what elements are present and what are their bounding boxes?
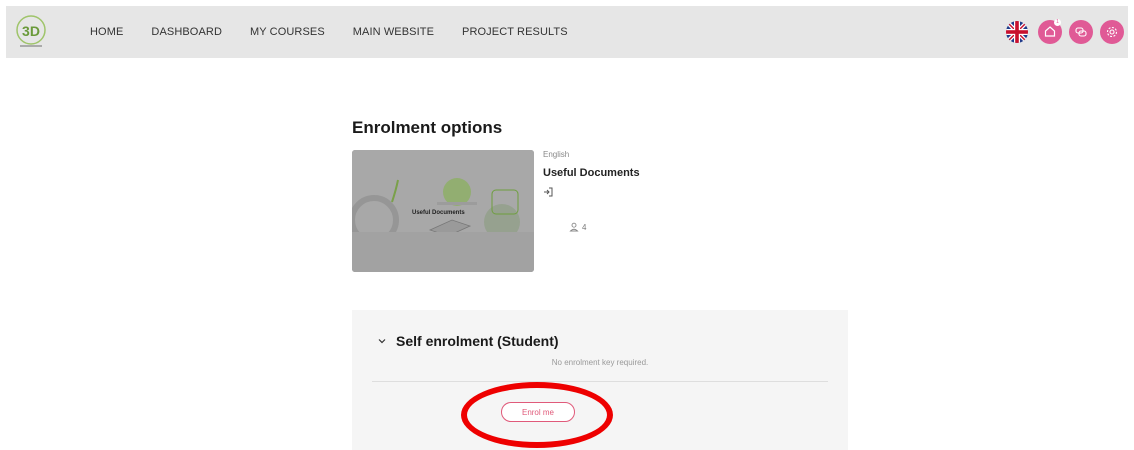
course-image-title: Useful Documents — [412, 210, 465, 216]
course-info: English Useful Documents 4 — [543, 150, 640, 232]
enter-icon — [543, 184, 553, 197]
self-enrolment-panel: Self enrolment (Student) No enrolment ke… — [352, 310, 848, 450]
logo-icon: 3D — [16, 15, 46, 47]
nav-home[interactable]: HOME — [90, 26, 123, 38]
participants-icon — [569, 222, 579, 232]
enrolment-method-header[interactable]: Self enrolment (Student) — [378, 333, 559, 349]
course-name-link[interactable]: Useful Documents — [543, 167, 640, 179]
nav-main-website[interactable]: MAIN WEBSITE — [353, 26, 434, 38]
notification-button[interactable]: 1 — [1038, 19, 1062, 44]
participants-value: 4 — [582, 222, 587, 232]
enrol-me-button[interactable]: Enrol me — [501, 402, 575, 422]
page-title: Enrolment options — [352, 118, 503, 137]
main-nav: HOME DASHBOARD MY COURSES MAIN WEBSITE P… — [90, 6, 596, 58]
settings-icon — [1106, 26, 1118, 38]
site-logo[interactable]: 3D — [15, 14, 47, 50]
participants-count: 4 — [569, 222, 586, 232]
top-navigation-bar: 3D HOME DASHBOARD MY COURSES MAIN WEBSIT… — [6, 6, 1128, 58]
uk-flag-icon[interactable] — [1006, 21, 1028, 43]
nav-dashboard[interactable]: DASHBOARD — [151, 26, 222, 38]
svg-text:3D: 3D — [22, 23, 40, 39]
course-language: English — [543, 150, 570, 159]
notification-icon — [1044, 26, 1056, 37]
nav-project-results[interactable]: PROJECT RESULTS — [462, 26, 568, 38]
enrolment-key-note: No enrolment key required. — [551, 358, 649, 367]
page-header: Enrolment options — [352, 118, 852, 138]
chat-icon — [1075, 27, 1087, 37]
enrolment-method-title: Self enrolment (Student) — [396, 333, 559, 349]
messages-button[interactable] — [1069, 20, 1093, 44]
divider — [372, 381, 828, 382]
settings-button[interactable] — [1100, 20, 1124, 44]
notification-count-badge: 1 — [1054, 19, 1061, 26]
course-image[interactable]: Useful Documents — [352, 150, 534, 272]
nav-my-courses[interactable]: MY COURSES — [250, 26, 325, 38]
user-menu-icons: 1 — [1006, 6, 1128, 58]
chevron-down-icon — [378, 339, 386, 344]
